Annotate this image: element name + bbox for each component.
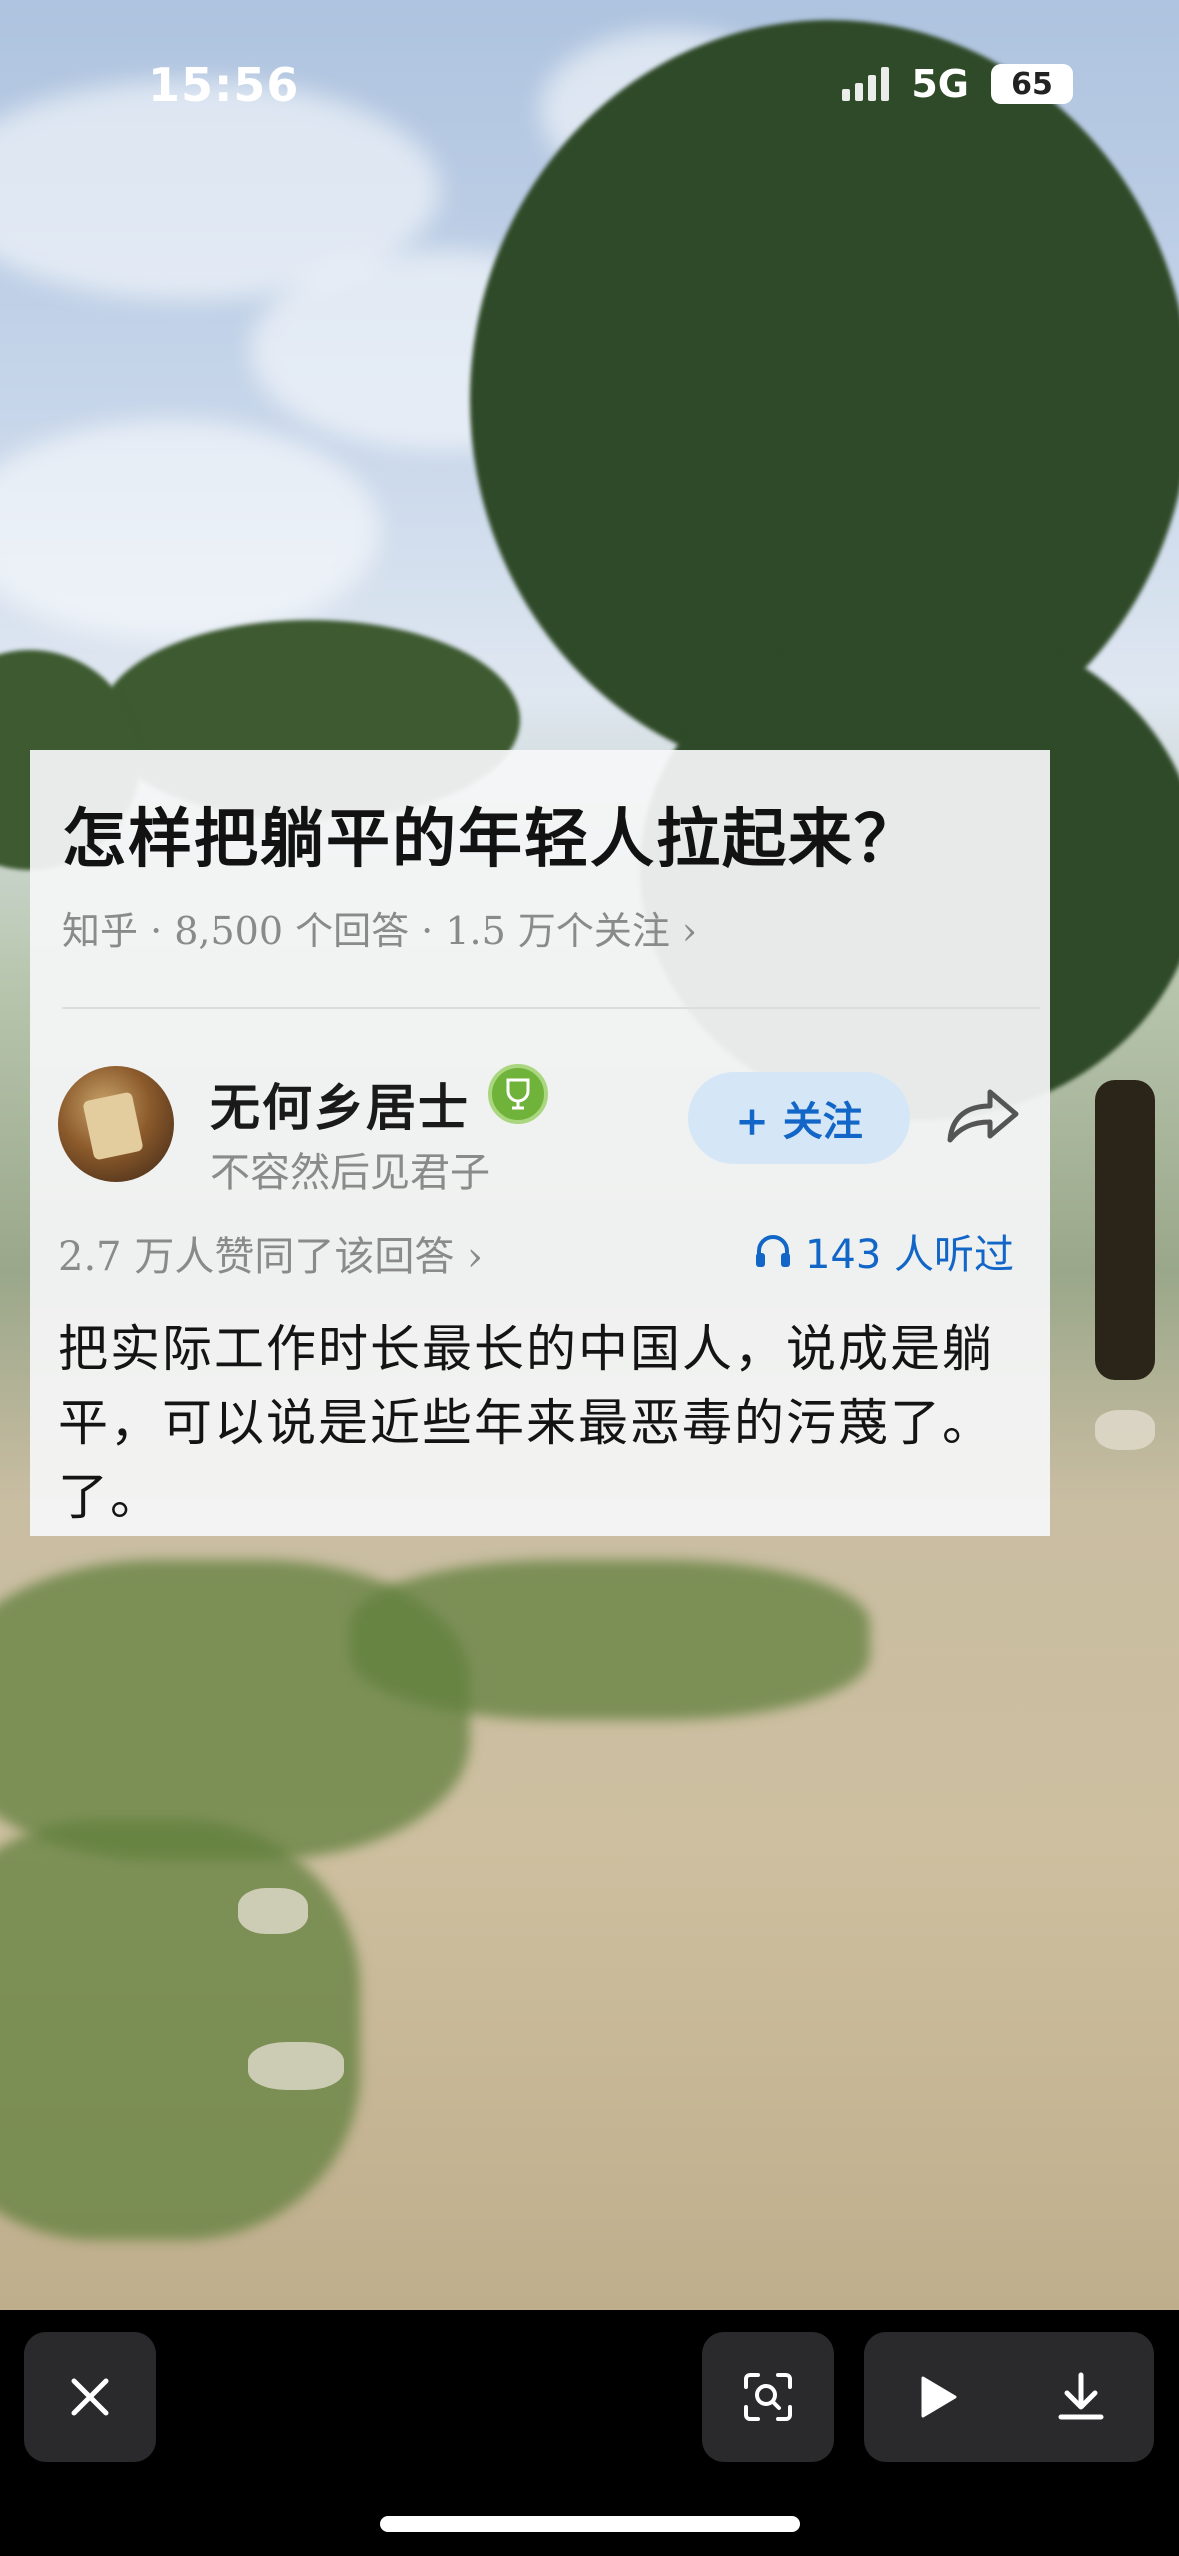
battery-level: 65 <box>991 64 1073 104</box>
play-icon[interactable] <box>911 2372 961 2422</box>
share-icon[interactable] <box>942 1080 1022 1150</box>
divider <box>62 1007 1040 1009</box>
download-icon[interactable] <box>1055 2371 1107 2423</box>
close-icon <box>71 2378 109 2416</box>
question-meta[interactable]: 知乎 · 8,500 个回答 · 1.5 万个关注 › <box>62 900 697 955</box>
status-indicators: 5G 65 <box>842 62 1073 106</box>
listen-count[interactable]: 143 人听过 <box>753 1222 1014 1280</box>
scan-icon <box>744 2373 792 2421</box>
avatar[interactable] <box>58 1066 174 1182</box>
answer-line: 了。 <box>58 1468 162 1526</box>
author-name[interactable]: 无何乡居士 <box>210 1068 470 1140</box>
author-signature: 不容然后见君子 <box>210 1150 490 1196</box>
question-title[interactable]: 怎样把躺平的年轻人拉起来？ <box>62 788 920 880</box>
vote-count[interactable]: 2.7 万人赞同了该回答 › <box>58 1224 483 1282</box>
answer-line: 把实际工作时长最长的中国人，说成是躺 <box>58 1320 994 1378</box>
headphones-icon <box>755 1235 790 1267</box>
status-time: 15:56 <box>148 58 300 112</box>
scan-button[interactable] <box>702 2332 834 2462</box>
media-actions <box>864 2332 1154 2462</box>
answer-card[interactable]: 怎样把躺平的年轻人拉起来？ 知乎 · 8,500 个回答 · 1.5 万个关注 … <box>30 750 1050 1536</box>
signal-icon <box>842 67 890 101</box>
network-type: 5G <box>911 62 969 106</box>
badge-icon <box>488 1064 548 1124</box>
listen-count-label: 143 人听过 <box>804 1232 1014 1278</box>
close-button[interactable] <box>24 2332 156 2462</box>
home-indicator[interactable] <box>380 2516 800 2532</box>
answer-line: 平，可以说是近些年来最恶毒的污蔑了。 <box>58 1394 994 1452</box>
follow-button[interactable]: + 关注 <box>688 1072 910 1164</box>
answer-excerpt[interactable]: 把实际工作时长最长的中国人，说成是躺 平，可以说是近些年来最恶毒的污蔑了。 了。 <box>58 1312 1018 1534</box>
